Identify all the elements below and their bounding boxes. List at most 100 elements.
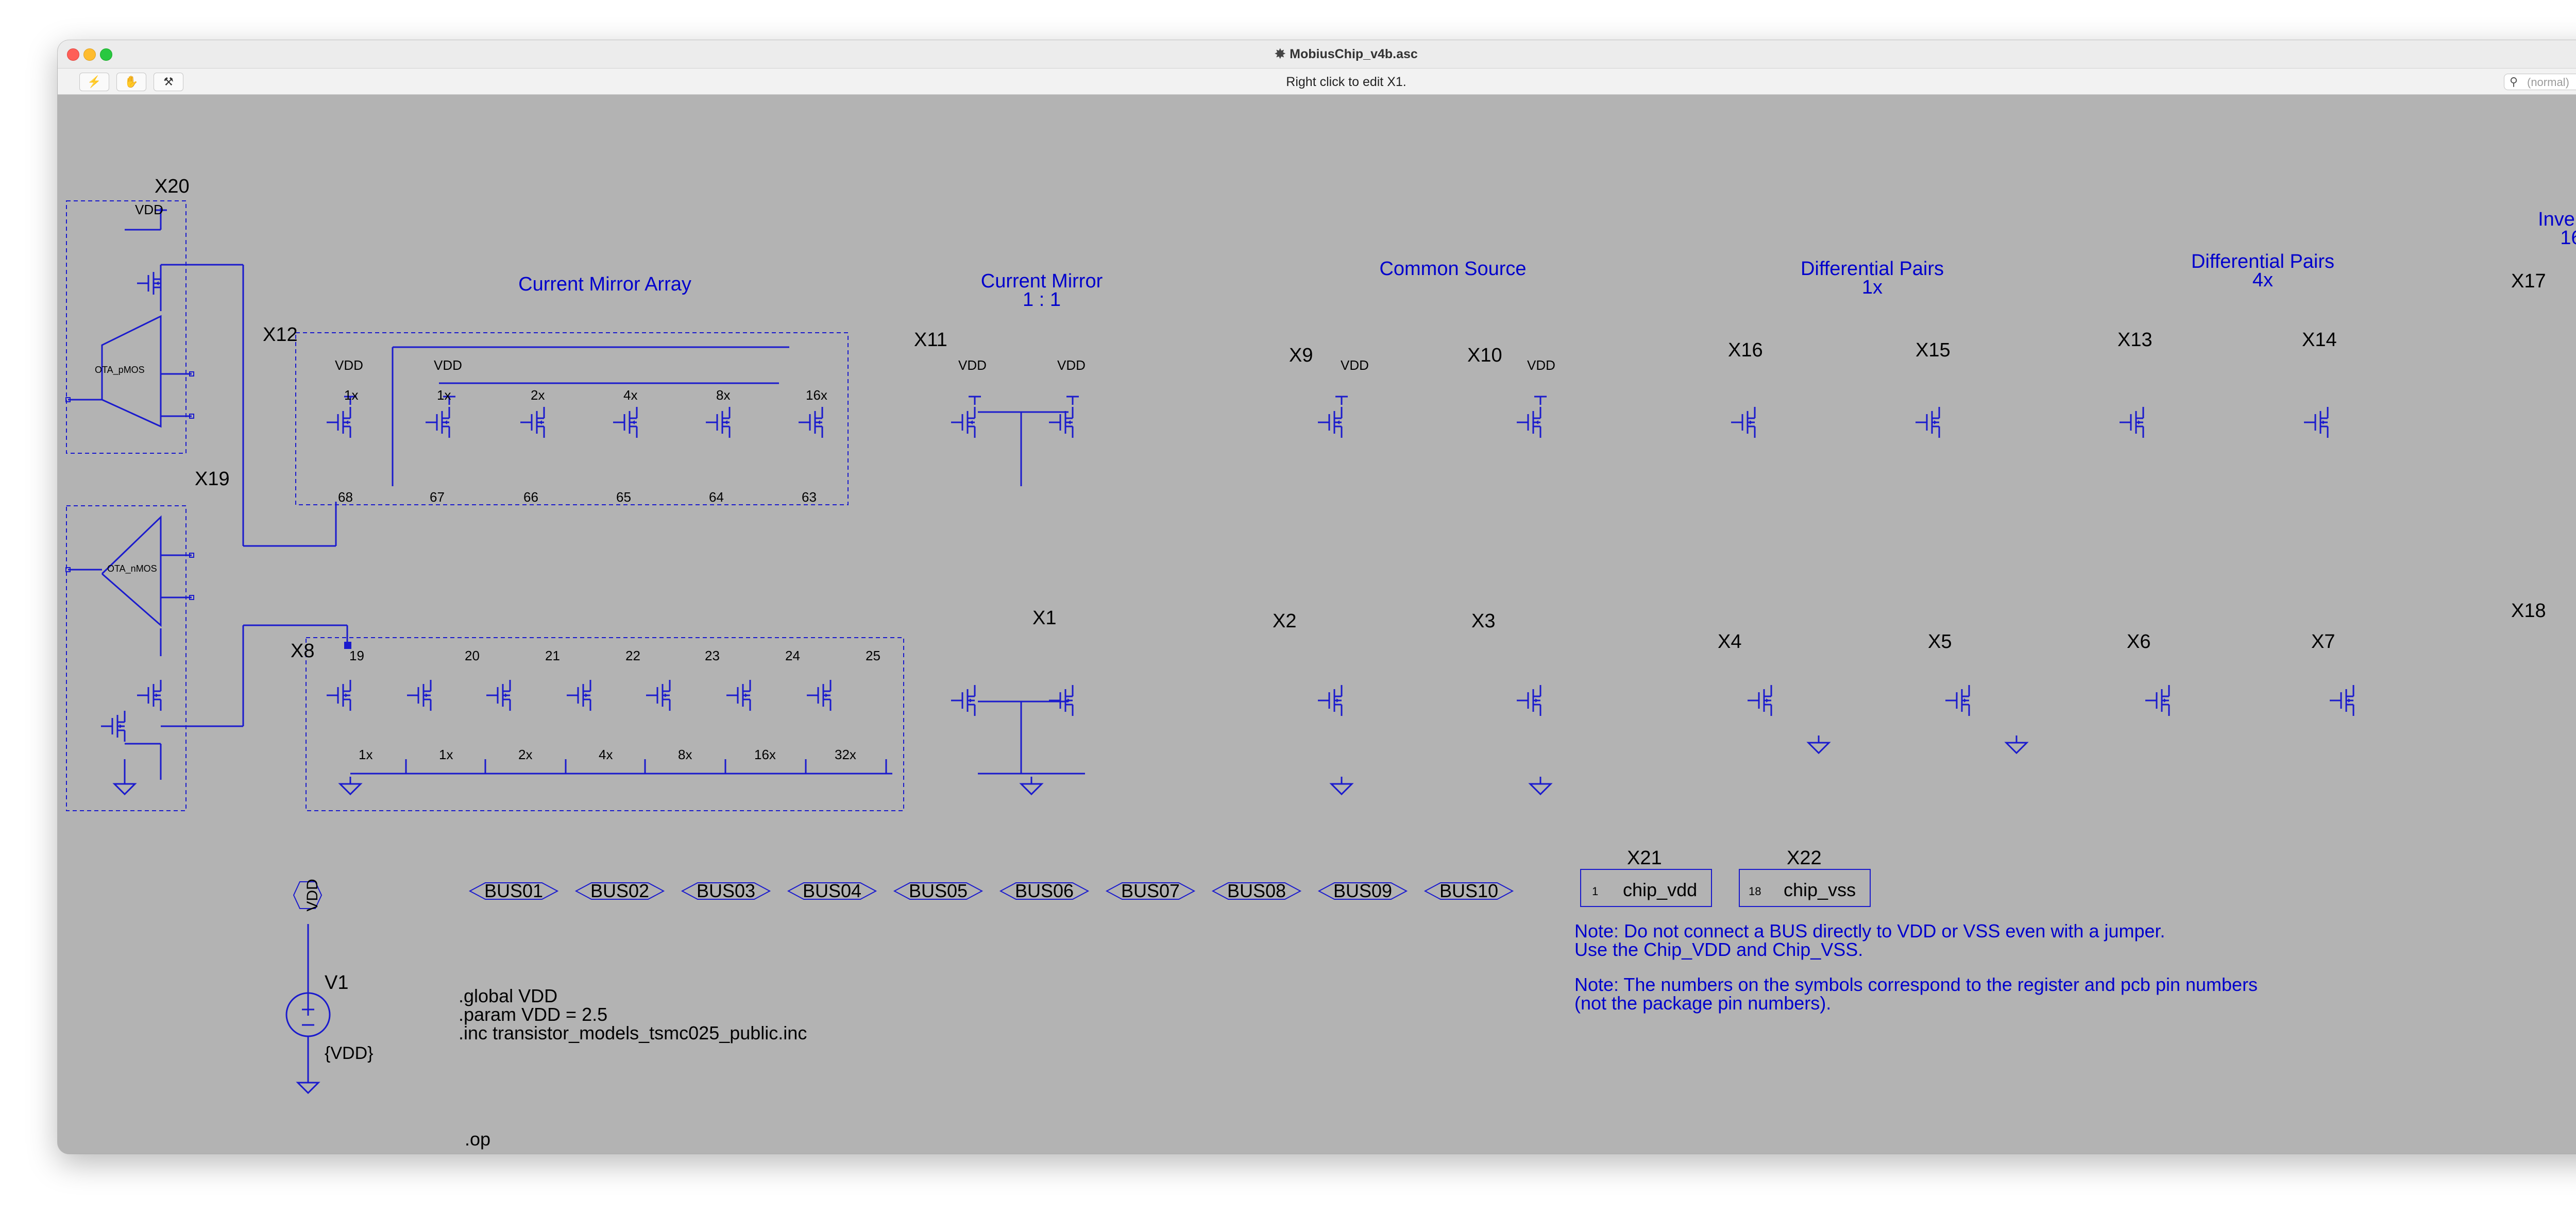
x8-size-1: 1x <box>359 747 372 762</box>
heading-inverters-sub: 16x <box>2560 227 2576 249</box>
x12-pin-1: 68 <box>338 489 353 505</box>
directive-inc[interactable]: .inc transistor_models_tsmc025_public.in… <box>459 1022 807 1043</box>
x10-vdd-label: VDD <box>1527 357 1555 373</box>
inst-x15[interactable]: X15 <box>1916 339 1951 361</box>
x11-vdd-label-1: VDD <box>958 357 987 373</box>
chip-vss-pin: 18 <box>1749 885 1761 898</box>
inst-x12[interactable]: X12 <box>263 324 298 346</box>
bus-flag-01[interactable]: BUS01 <box>484 880 543 901</box>
inst-x17[interactable]: X17 <box>2511 270 2546 292</box>
inst-x16[interactable]: X16 <box>1728 339 1763 361</box>
inst-x8[interactable]: X8 <box>291 640 314 662</box>
note-line-3[interactable]: Note: The numbers on the symbols corresp… <box>1574 974 2258 995</box>
bus-flag-10[interactable]: BUS10 <box>1439 880 1498 901</box>
inst-x14[interactable]: X14 <box>2302 329 2337 351</box>
heading-diff-pairs-4x-sub: 4x <box>2252 269 2273 291</box>
x12-pin-6: 63 <box>802 489 817 505</box>
x12-size-1: 1x <box>344 387 358 403</box>
inst-x10[interactable]: X10 <box>1467 345 1502 366</box>
inst-x6[interactable]: X6 <box>2127 631 2150 653</box>
x12-pin-2: 67 <box>430 489 445 505</box>
directive-param[interactable]: .param VDD = 2.5 <box>459 1004 607 1025</box>
inst-x3[interactable]: X3 <box>1471 610 1495 632</box>
ota-nmos-label: OTA_nMOS <box>107 563 157 574</box>
x8-pin-4: 22 <box>625 648 640 663</box>
bus-flag-03[interactable]: BUS03 <box>697 880 755 901</box>
x12-pin-5: 64 <box>709 489 724 505</box>
inst-x22[interactable]: X22 <box>1787 847 1822 869</box>
window-title-text: MobiusChip_v4b.asc <box>1290 47 1418 61</box>
inst-x19[interactable]: X19 <box>195 468 230 490</box>
x8-size-6: 16x <box>754 747 776 762</box>
x8-size-3: 2x <box>518 747 532 762</box>
vdd-bus-flag[interactable]: VDD <box>304 879 321 911</box>
schematic-canvas[interactable]: Current Mirror Array Current Mirror 1 : … <box>58 95 2576 1154</box>
bus-flag-07[interactable]: BUS07 <box>1121 880 1180 901</box>
status-text: Right click to edit X1. <box>1286 75 1406 89</box>
search-icon: ⚲ <box>2510 75 2518 88</box>
x12-vdd-label-1: VDD <box>335 357 363 373</box>
x12-size-3: 2x <box>531 387 545 403</box>
schematic-file-icon: ✸ <box>1275 47 1286 61</box>
inst-x1[interactable]: X1 <box>1032 607 1056 629</box>
search-placeholder: (normal) <box>2527 76 2569 89</box>
note-line-2[interactable]: Use the Chip_VDD and Chip_VSS. <box>1574 939 1863 960</box>
bus-flag-06[interactable]: BUS06 <box>1015 880 1074 901</box>
x8-pin-5: 23 <box>705 648 720 663</box>
chip-vss-name: chip_vss <box>1784 879 1856 900</box>
inst-x9[interactable]: X9 <box>1289 345 1313 366</box>
inst-v1[interactable]: V1 <box>325 972 348 994</box>
x8-size-4: 4x <box>599 747 613 762</box>
bus-flag-05[interactable]: BUS05 <box>909 880 968 901</box>
app-window: ✸ MobiusChip_v4b.asc ⚡ ✋ ⚒ Right click to… <box>58 40 2576 1154</box>
inst-x2[interactable]: X2 <box>1273 610 1296 632</box>
inst-x18[interactable]: X18 <box>2511 600 2546 622</box>
heading-diff-pairs-1x-sub: 1x <box>1862 277 1883 298</box>
note-line-1[interactable]: Note: Do not connect a BUS directly to V… <box>1574 920 2165 942</box>
x8-size-5: 8x <box>678 747 692 762</box>
bus-flag-02[interactable]: BUS02 <box>590 880 649 901</box>
heading-current-mirror-array: Current Mirror Array <box>518 273 691 295</box>
x8-size-7: 32x <box>835 747 856 762</box>
x12-pin-4: 65 <box>616 489 631 505</box>
x8-pin-3: 21 <box>545 648 560 663</box>
x12-size-6: 16x <box>806 387 827 403</box>
inst-x20[interactable]: X20 <box>155 176 190 197</box>
bus-flag-09[interactable]: BUS09 <box>1333 880 1392 901</box>
x12-size-5: 8x <box>716 387 730 403</box>
title-bar: ✸ MobiusChip_v4b.asc <box>58 40 2576 69</box>
x8-size-2: 1x <box>439 747 453 762</box>
inst-x7[interactable]: X7 <box>2311 631 2335 653</box>
x12-pin-3: 66 <box>523 489 538 505</box>
toolbar: ⚡ ✋ ⚒ Right click to edit X1. ⚲ (normal) <box>58 69 2576 95</box>
inst-x21[interactable]: X21 <box>1627 847 1662 869</box>
ota-pmos-label: OTA_pMOS <box>95 365 145 375</box>
inst-x11[interactable]: X11 <box>914 329 947 351</box>
chip-vdd-name: chip_vdd <box>1623 879 1697 900</box>
schematic-drawing: Current Mirror Array Current Mirror 1 : … <box>65 176 2576 1150</box>
heading-current-mirror-ratio: 1 : 1 <box>1023 289 1061 311</box>
x12-size-4: 4x <box>623 387 637 403</box>
directive-global[interactable]: .global VDD <box>459 985 557 1006</box>
heading-common-source: Common Source <box>1379 258 1526 280</box>
search-field[interactable]: ⚲ (normal) <box>2504 74 2576 90</box>
bus-flag-08[interactable]: BUS08 <box>1227 880 1286 901</box>
v1-value[interactable]: {VDD} <box>325 1043 374 1063</box>
directive-op[interactable]: .op <box>465 1128 490 1150</box>
x8-pin-7: 25 <box>866 648 880 663</box>
inst-x4[interactable]: X4 <box>1718 631 1741 653</box>
x8-pin-2: 20 <box>465 648 480 663</box>
x11-vdd-label-2: VDD <box>1057 357 1086 373</box>
note-line-4[interactable]: (not the package pin numbers). <box>1574 993 1831 1014</box>
x12-size-2: 1x <box>437 387 451 403</box>
x9-vdd-label: VDD <box>1341 357 1369 373</box>
x20-vdd-label: VDD <box>135 202 163 217</box>
chip-vdd-pin: 1 <box>1592 885 1598 898</box>
x8-pin-1: 19 <box>349 648 364 663</box>
x8-pin-6: 24 <box>785 648 800 663</box>
inst-x5[interactable]: X5 <box>1928 631 1952 653</box>
window-title: ✸ MobiusChip_v4b.asc <box>58 46 2576 62</box>
bus-flag-04[interactable]: BUS04 <box>803 880 861 901</box>
inst-x13[interactable]: X13 <box>2117 329 2153 351</box>
x12-vdd-label-2: VDD <box>434 357 462 373</box>
